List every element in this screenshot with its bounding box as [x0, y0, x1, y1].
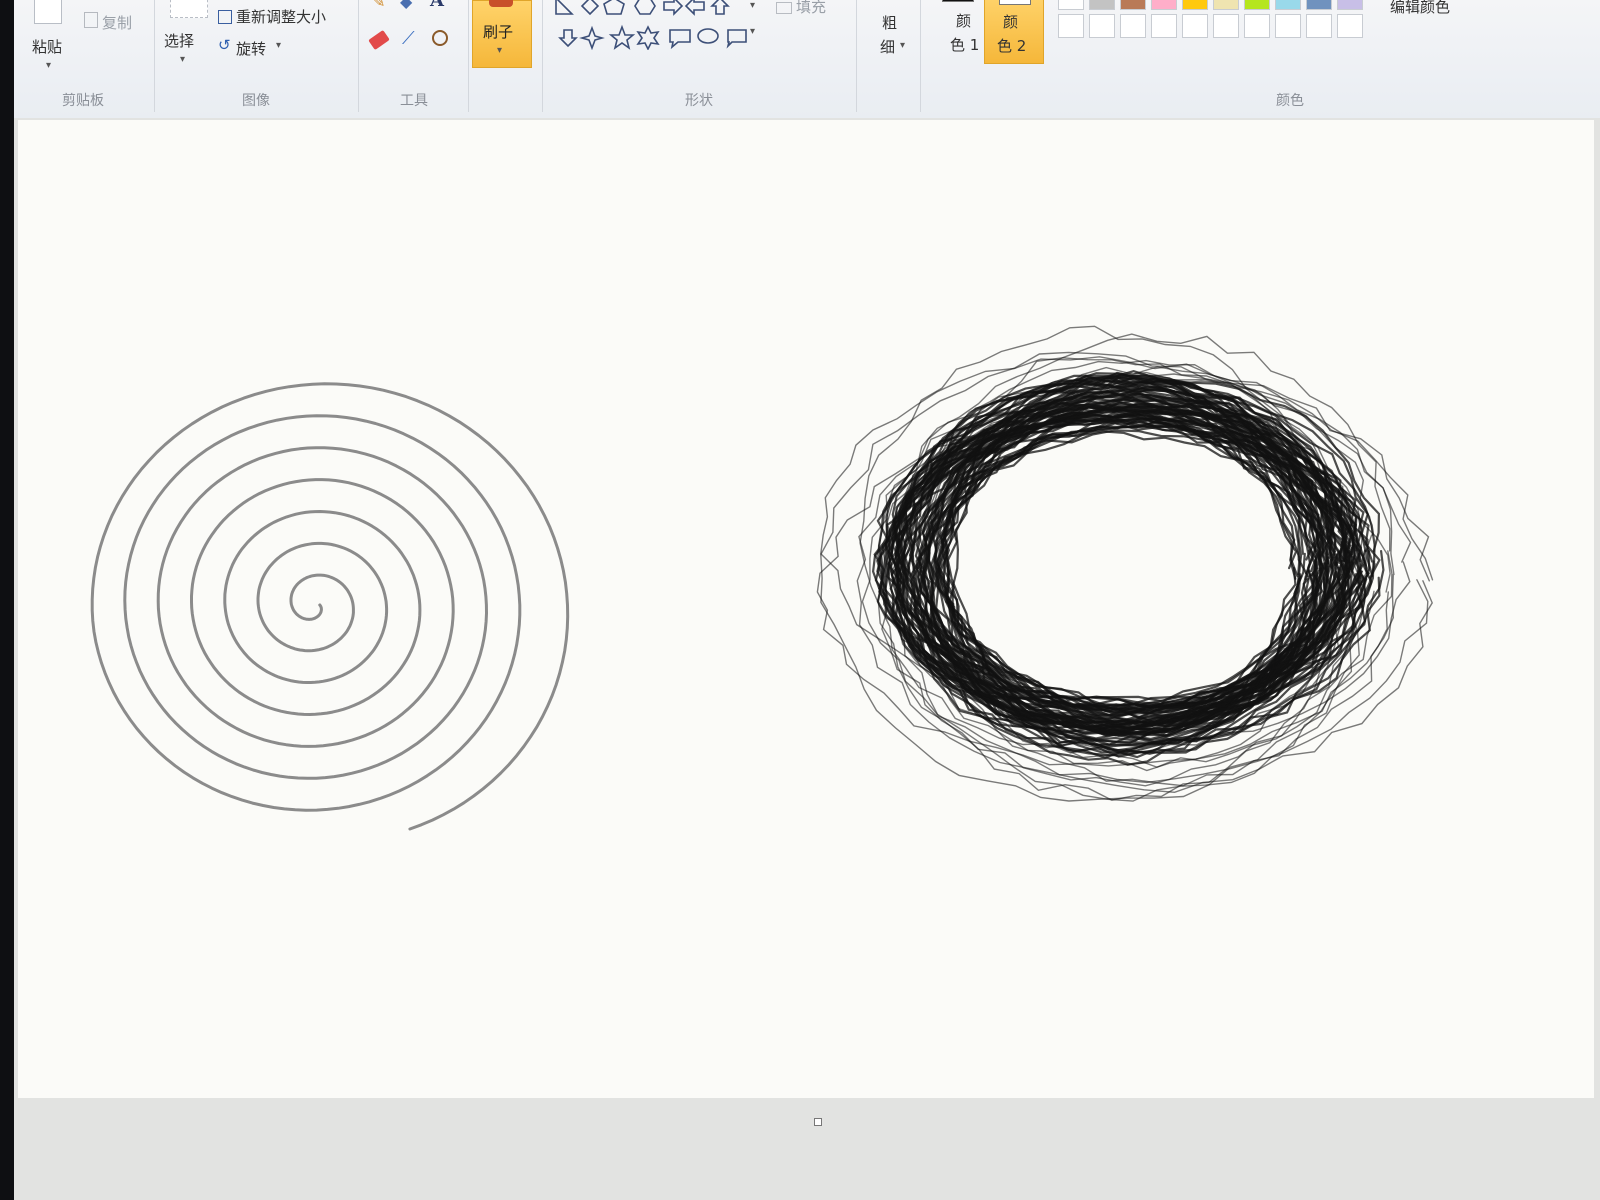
- color-swatch[interactable]: [1151, 0, 1177, 10]
- paint-window: 粘贴 ▾ 复制 剪贴板 选择 ▾ 重新调整大小 ↺ 旋转 ▾ 图像 ✎ ◆ A …: [14, 0, 1600, 1200]
- brushes-button[interactable]: 刷子 ▾: [472, 0, 532, 68]
- color2-swatch: [999, 0, 1031, 5]
- color-swatch[interactable]: [1120, 14, 1146, 38]
- color-swatch[interactable]: [1182, 14, 1208, 38]
- drawing-canvas[interactable]: [18, 120, 1594, 1098]
- color-picker-icon[interactable]: ⟋: [402, 28, 415, 49]
- divider: [542, 0, 543, 112]
- image-group: 选择 ▾ 重新调整大小 ↺ 旋转 ▾ 图像: [156, 0, 356, 116]
- color-swatch[interactable]: [1337, 0, 1363, 10]
- clipboard-group-label: 剪贴板: [62, 93, 104, 109]
- resize-icon: [218, 10, 232, 24]
- color2-button[interactable]: 颜 色 2: [984, 0, 1044, 64]
- pencil-icon[interactable]: ✎: [372, 0, 385, 11]
- clipboard-group: 粘贴 ▾ 复制 剪贴板: [14, 0, 152, 116]
- size-group: 粗 细 ▾: [864, 0, 920, 116]
- color-swatch[interactable]: [1089, 14, 1115, 38]
- fill-button[interactable]: 填充: [796, 0, 826, 17]
- divider: [856, 0, 857, 112]
- shapes-group: ▾ ▾ 填充 形状: [544, 0, 854, 116]
- color-swatch[interactable]: [1182, 0, 1208, 10]
- tools-group-label: 工具: [400, 93, 428, 109]
- color-swatch[interactable]: [1275, 0, 1301, 10]
- color-swatch[interactable]: [1120, 0, 1146, 10]
- colors-group-label: 颜色: [1276, 93, 1304, 109]
- shapes-expand-icon[interactable]: ▾: [750, 26, 755, 37]
- spiral-stroke: [90, 382, 570, 831]
- divider: [920, 0, 921, 112]
- copy-icon: [84, 12, 98, 28]
- brushes-group: 刷子 ▾: [472, 0, 542, 116]
- color1-swatch: [942, 0, 974, 2]
- color-swatch[interactable]: [1213, 14, 1239, 38]
- magnifier-icon[interactable]: [432, 30, 448, 46]
- colors-group: 编辑颜色 颜色: [1050, 0, 1590, 116]
- color-swatch[interactable]: [1275, 14, 1301, 38]
- shapes-scroll-up-icon[interactable]: ▾: [750, 0, 755, 11]
- color-swatch[interactable]: [1306, 0, 1332, 10]
- shapes-gallery[interactable]: [552, 0, 768, 50]
- paste-icon[interactable]: [34, 0, 62, 24]
- color1-label-line1: 颜: [956, 12, 972, 30]
- tools-group: ✎ ◆ A ⟋ 工具: [360, 0, 468, 116]
- image-group-label: 图像: [242, 93, 270, 109]
- color1-label-line2: 色 1: [950, 36, 980, 54]
- divider: [358, 0, 359, 112]
- canvas-drawing: [90, 325, 1434, 831]
- paste-button[interactable]: 粘贴: [32, 36, 62, 57]
- brush-icon: [489, 0, 513, 7]
- color-swatch[interactable]: [1244, 14, 1270, 38]
- color-swatch[interactable]: [1058, 14, 1084, 38]
- color2-label-line2: 色 2: [997, 37, 1027, 55]
- color2-label-line1: 颜: [1003, 13, 1019, 31]
- select-icon[interactable]: [170, 0, 208, 18]
- ribbon: 粘贴 ▾ 复制 剪贴板 选择 ▾ 重新调整大小 ↺ 旋转 ▾ 图像 ✎ ◆ A …: [14, 0, 1600, 120]
- edit-colors-button[interactable]: 编辑颜色: [1390, 0, 1450, 17]
- text-tool-icon[interactable]: A: [430, 0, 444, 11]
- divider: [154, 0, 155, 112]
- rotate-button[interactable]: 旋转: [236, 38, 266, 59]
- rotate-dropdown-icon[interactable]: ▾: [276, 40, 281, 51]
- select-button[interactable]: 选择: [164, 30, 194, 51]
- color-swatch[interactable]: [1306, 14, 1332, 38]
- size-dropdown-icon[interactable]: ▾: [900, 40, 905, 51]
- fill-icon: [776, 2, 792, 14]
- color-swatch[interactable]: [1337, 14, 1363, 38]
- scribble-stroke: [816, 325, 1434, 802]
- canvas-area: [14, 118, 1600, 1200]
- divider: [468, 0, 469, 112]
- select-dropdown-icon[interactable]: ▾: [180, 54, 185, 65]
- color-swatch[interactable]: [1244, 0, 1270, 10]
- resize-button[interactable]: 重新调整大小: [236, 6, 326, 27]
- size-label-line1[interactable]: 粗: [882, 12, 897, 33]
- color1-button[interactable]: 颜 色 1: [926, 0, 988, 116]
- color-swatch[interactable]: [1213, 0, 1239, 10]
- eraser-icon[interactable]: [368, 29, 390, 51]
- copy-button[interactable]: 复制: [102, 12, 132, 33]
- rotate-icon: ↺: [218, 36, 231, 54]
- fill-bucket-icon[interactable]: ◆: [400, 0, 412, 11]
- brushes-label: 刷子: [483, 23, 514, 41]
- color-swatch[interactable]: [1151, 14, 1177, 38]
- brushes-dropdown-icon: ▾: [497, 45, 503, 56]
- color-swatch[interactable]: [1089, 0, 1115, 10]
- canvas-resize-handle[interactable]: [814, 1118, 822, 1126]
- shapes-group-label: 形状: [685, 93, 713, 109]
- size-label-line2[interactable]: 细: [880, 36, 895, 57]
- paste-dropdown-icon[interactable]: ▾: [46, 60, 51, 71]
- color-swatch[interactable]: [1058, 0, 1084, 10]
